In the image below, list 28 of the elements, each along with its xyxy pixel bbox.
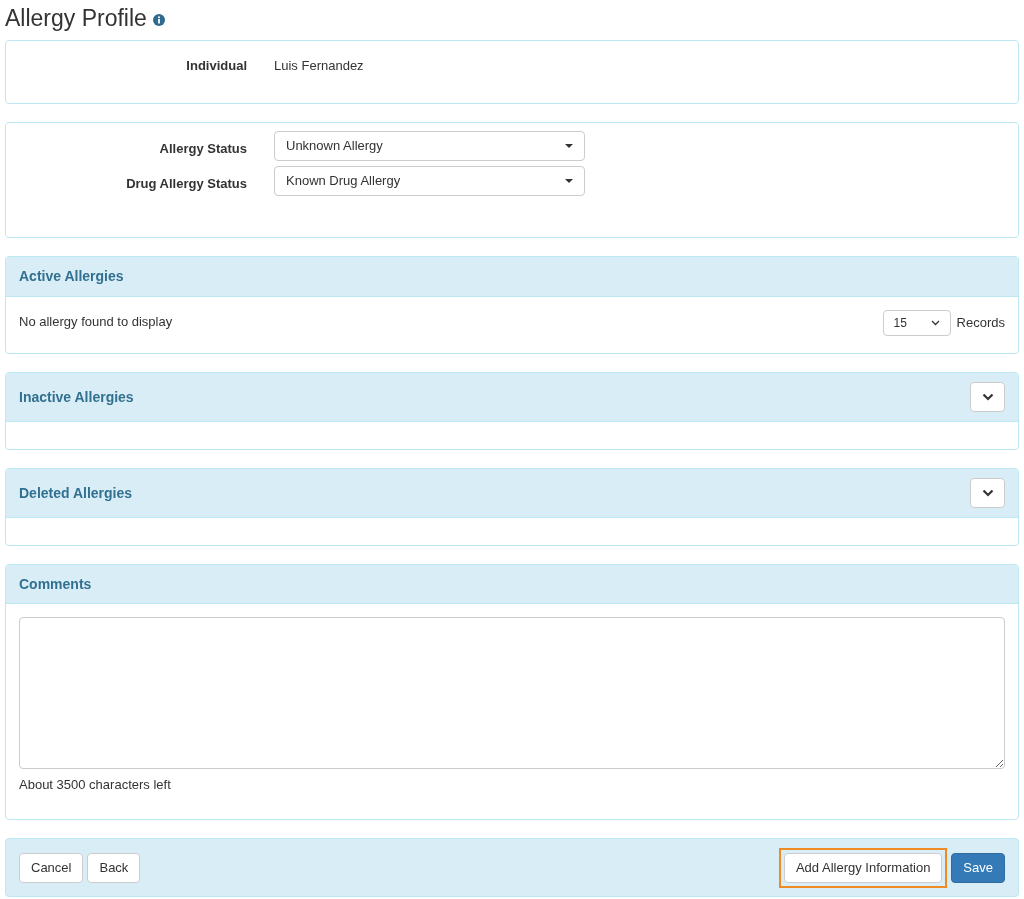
status-dropdown[interactable]: Unknown Allergy: [274, 131, 585, 161]
panel-title: Active Allergies: [19, 267, 124, 286]
individual-name: Luis Fernandez: [274, 57, 364, 75]
field-label: Allergy Status: [158, 140, 247, 158]
field-label: Individual: [185, 57, 247, 75]
status-dropdown[interactable]: Known Drug Allergy: [274, 166, 585, 196]
caret-icon: [565, 144, 573, 148]
toggle-button[interactable]: [970, 478, 1005, 508]
page-size-select[interactable]: 15: [882, 310, 951, 336]
records-label: Records: [956, 314, 1005, 333]
action-button[interactable]: Back: [87, 852, 141, 883]
comments-field[interactable]: [19, 617, 1005, 769]
action-button[interactable]: Cancel: [19, 852, 84, 883]
page-title: Allergy Profile: [5, 3, 147, 33]
chevron-down-icon: [981, 489, 994, 497]
action-button[interactable]: Add Allergy Information: [783, 852, 943, 883]
info-icon: [152, 14, 165, 26]
panel-title: Comments: [19, 574, 92, 594]
toggle-button[interactable]: [970, 382, 1005, 412]
caret-icon: [565, 179, 573, 183]
panel-title: Deleted Allergies: [19, 483, 133, 503]
characters-left-text: About 3500 characters left: [19, 776, 172, 794]
action-button[interactable]: Save: [951, 852, 1005, 883]
panel-title: Inactive Allergies: [19, 387, 134, 407]
chevron-down-icon: [981, 393, 994, 401]
chevron-down-icon: [930, 320, 940, 326]
empty-message: No allergy found to display: [19, 313, 173, 331]
field-label: Drug Allergy Status: [125, 175, 247, 193]
